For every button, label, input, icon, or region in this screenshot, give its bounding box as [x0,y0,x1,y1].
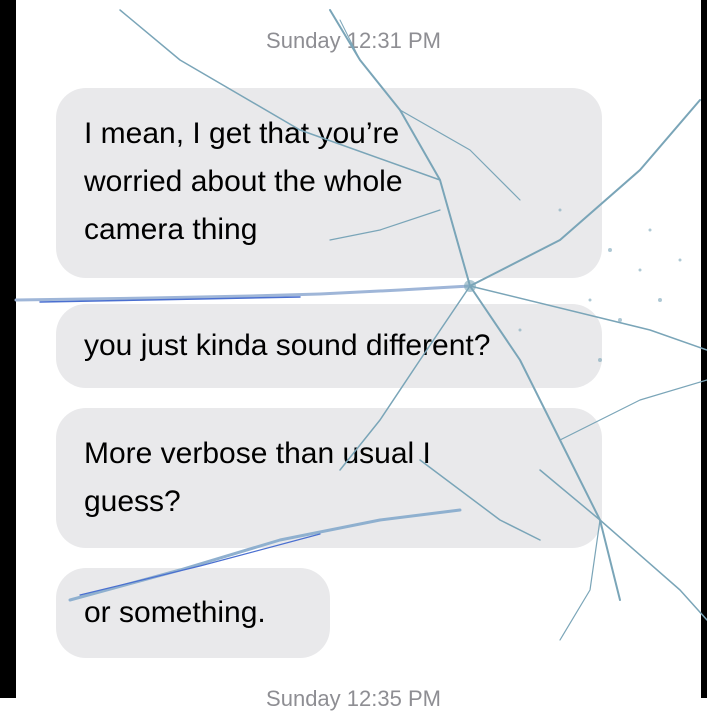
glass-shard [588,298,592,302]
glass-shard [638,268,642,272]
message-line: worried about the whole [84,165,403,198]
glass-shard [464,280,476,292]
message-line: More verbose than usual I [84,437,431,470]
message-line: guess? [84,485,181,518]
screen-edge-left [0,0,16,698]
message-bubble[interactable]: I mean, I get that you’re worried about … [56,88,602,278]
message-line: you just kinda sound different? [84,329,491,362]
message-bubble[interactable]: More verbose than usual I guess? [56,408,602,548]
message-bubble[interactable]: or something. [56,568,330,658]
glass-shard [678,258,682,262]
glass-shard [648,228,652,232]
glass-shard [608,248,612,252]
message-bubble[interactable]: you just kinda sound different? [56,304,602,388]
message-line: or something. [84,596,266,629]
message-line: camera thing [84,213,258,246]
timestamp-header: Sunday 12:31 PM [266,28,441,53]
screen-edge-right [701,0,707,698]
crack-line [14,284,472,302]
crack-line [39,296,301,303]
message-line: I mean, I get that you’re [84,117,400,150]
glass-shard [658,298,662,302]
timestamp-header: Sunday 12:35 PM [266,686,441,711]
glass-shard [618,318,622,322]
